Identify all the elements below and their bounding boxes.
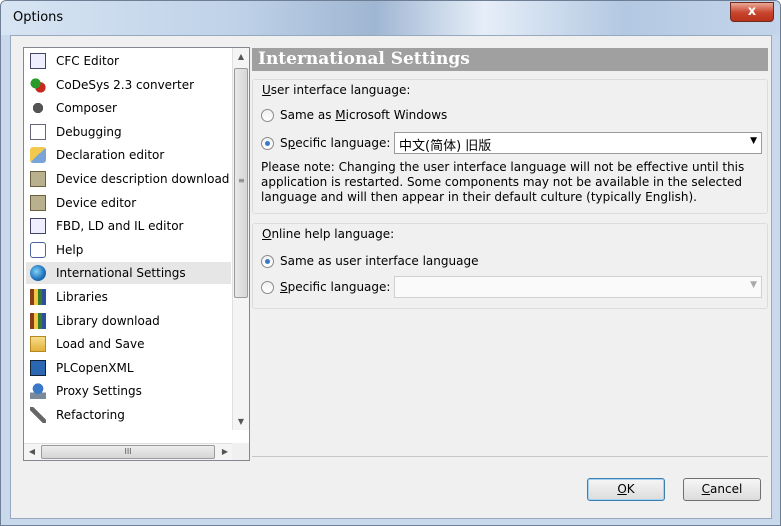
tree-item-label: Library download: [56, 313, 160, 328]
tree-item[interactable]: International Settings: [26, 262, 231, 285]
scrollbar-corner: [232, 443, 249, 460]
tree-item-label: Device description download: [56, 172, 230, 186]
device-description-icon: [30, 171, 46, 187]
debugging-icon: [30, 123, 46, 140]
help-lang-specific-option[interactable]: Specific language:: [261, 280, 390, 294]
options-dialog: Options x CFC Editor CoDeSys 2.3 converte…: [0, 0, 781, 526]
tree-item-label: FBD, LD and IL editor: [56, 219, 184, 234]
tree-item[interactable]: Libraries: [26, 286, 231, 308]
tree-item[interactable]: Load and Save: [26, 333, 231, 355]
fbd-editor-icon: [30, 218, 46, 235]
help-lang-same-radio[interactable]: [261, 254, 274, 268]
help-lang-specific-label: Specific language:: [280, 280, 391, 294]
globe-icon: [30, 265, 46, 282]
ui-language-select-value: 中文(简体) 旧版: [399, 139, 492, 154]
refactoring-icon: [30, 407, 46, 423]
folder-icon: [30, 336, 46, 353]
ui-lang-same-as-windows-option[interactable]: Same as Microsoft Windows: [261, 108, 447, 122]
title-bar[interactable]: Options x: [1, 1, 780, 35]
tree-item[interactable]: Composer: [26, 97, 231, 119]
tree-item[interactable]: SFC editor: [26, 428, 231, 430]
tree-item[interactable]: Proxy Settings: [26, 380, 231, 402]
help-lang-same-label: Same as user interface language: [280, 254, 479, 268]
tree-item-label: Refactoring: [56, 408, 125, 422]
category-list: CFC Editor CoDeSys 2.3 converter Composer D…: [24, 48, 233, 430]
plcopenxml-icon: [30, 359, 46, 376]
ui-language-select[interactable]: 中文(简体) 旧版 ▼: [394, 132, 762, 154]
tree-item-label: Device editor: [56, 195, 137, 210]
cancel-button[interactable]: Cancel: [683, 478, 761, 501]
chevron-down-icon[interactable]: ▼: [750, 136, 757, 146]
dialog-client-area: CFC Editor CoDeSys 2.3 converter Composer D…: [10, 35, 772, 519]
scroll-left-arrow-icon[interactable]: ◀: [24, 444, 40, 460]
ui-lang-same-as-windows-label: Same as Microsoft Windows: [280, 108, 448, 122]
divider: [252, 456, 768, 457]
tree-item-label: Help: [56, 242, 84, 257]
grip-icon: ≡: [238, 176, 245, 185]
scroll-up-arrow-icon[interactable]: ▲: [233, 48, 249, 65]
composer-icon: [30, 100, 46, 117]
libraries-icon: [30, 289, 46, 305]
tree-item[interactable]: Declaration editor: [26, 144, 231, 166]
tree-item[interactable]: Library download: [26, 310, 231, 332]
cfc-editor-icon: [30, 53, 46, 69]
help-language-group-title: Online help language:: [262, 227, 395, 241]
ui-lang-same-as-windows-radio[interactable]: [261, 108, 274, 122]
tree-item[interactable]: Refactoring: [26, 404, 231, 426]
chevron-down-icon[interactable]: ▼: [750, 280, 757, 290]
tree-item-label: Libraries: [56, 290, 108, 304]
hscroll-grip: III: [124, 447, 132, 456]
ui-lang-specific-option[interactable]: Specific language:: [261, 136, 390, 150]
tree-item-label: Composer: [56, 101, 117, 116]
tree-item-label: Declaration editor: [56, 148, 165, 163]
hscroll-thumb[interactable]: III: [41, 445, 215, 459]
library-download-icon: [30, 312, 46, 329]
scroll-down-arrow-icon[interactable]: ▼: [233, 413, 249, 430]
tree-item[interactable]: Debugging: [26, 121, 231, 143]
tree-item-label: Debugging: [56, 124, 122, 139]
proxy-icon: [30, 383, 46, 400]
ui-language-group: User interface language: Same as Microso…: [252, 79, 768, 214]
tree-item[interactable]: CoDeSys 2.3 converter: [26, 74, 231, 96]
tree-item[interactable]: FBD, LD and IL editor: [26, 215, 231, 237]
close-icon: x: [747, 4, 757, 19]
window-title: Options: [13, 10, 64, 25]
scroll-right-arrow-icon[interactable]: ▶: [217, 444, 233, 460]
ui-language-group-title: User interface language:: [262, 83, 411, 97]
device-editor-icon: [30, 194, 46, 211]
tree-item[interactable]: Device description download: [26, 168, 231, 190]
help-language-group: Online help language: Same as user inter…: [252, 223, 768, 309]
tree-item-label: CFC Editor: [56, 54, 119, 68]
help-language-select[interactable]: ▼: [394, 276, 762, 298]
close-button[interactable]: x: [730, 2, 774, 22]
tree-item[interactable]: Help: [26, 239, 231, 261]
page-title: International Settings: [252, 48, 768, 71]
ui-lang-specific-label: Specific language:: [280, 136, 391, 150]
restart-note: Please note: Changing the user interface…: [261, 160, 745, 204]
category-tree: CFC Editor CoDeSys 2.3 converter Composer D…: [23, 47, 250, 461]
declaration-icon: [30, 147, 46, 164]
tree-item[interactable]: CFC Editor: [26, 50, 231, 72]
tree-item[interactable]: Device editor: [26, 192, 231, 214]
tree-item-label: Proxy Settings: [56, 384, 142, 399]
scroll-thumb[interactable]: ≡: [234, 68, 248, 298]
tree-horizontal-scrollbar[interactable]: ◀ III ▶: [24, 443, 233, 460]
converter-icon: [30, 76, 46, 93]
ui-lang-specific-radio[interactable]: [261, 136, 274, 150]
help-lang-specific-radio[interactable]: [261, 280, 274, 294]
help-icon: [30, 241, 46, 258]
ok-button[interactable]: OK: [587, 478, 665, 501]
tree-item-label: Load and Save: [56, 337, 145, 352]
tree-item-label: CoDeSys 2.3 converter: [56, 77, 195, 92]
tree-item-label: International Settings: [56, 266, 186, 281]
tree-vertical-scrollbar[interactable]: ▲ ≡ ▼: [232, 48, 249, 430]
tree-item[interactable]: PLCopenXML: [26, 357, 231, 379]
help-lang-same-option[interactable]: Same as user interface language: [261, 254, 478, 268]
tree-item-label: PLCopenXML: [56, 360, 134, 375]
